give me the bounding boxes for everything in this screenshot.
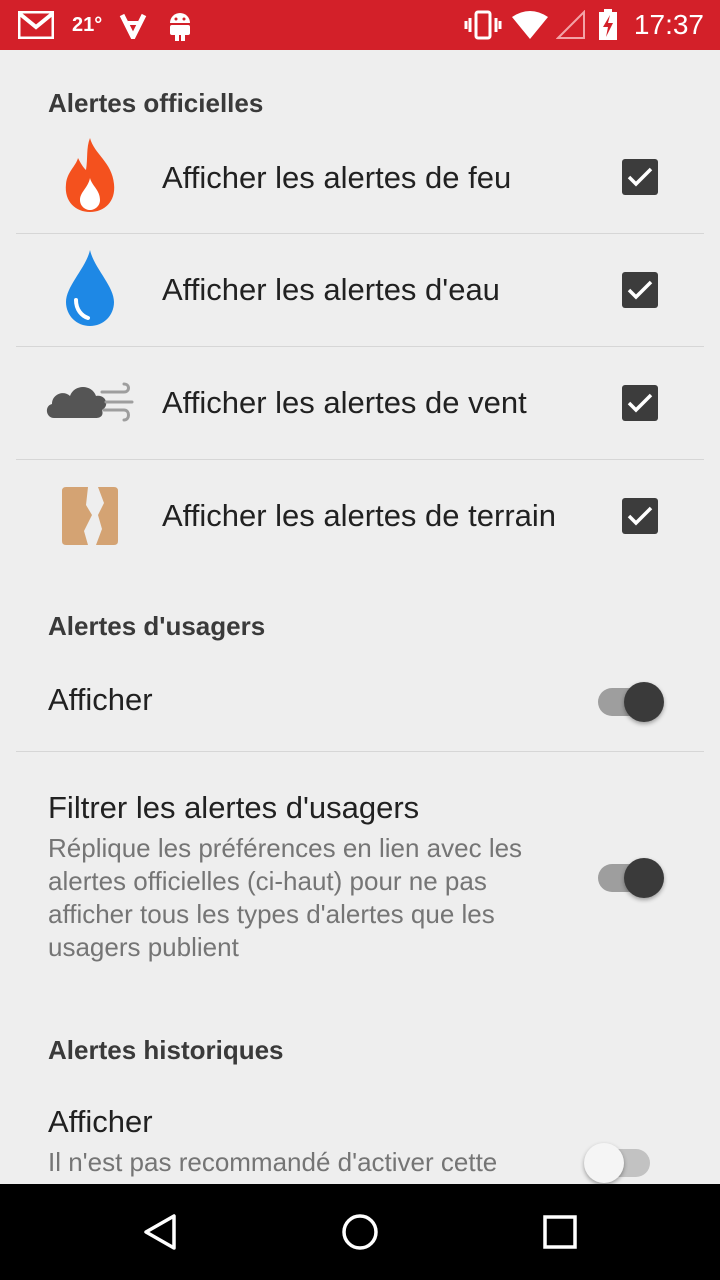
vibrate-icon [464,0,502,50]
pref-historical-show[interactable]: Afficher Il n'est pas recommandé d'activ… [0,1080,720,1184]
settings-list[interactable]: Alertes officielles Afficher les alertes… [0,50,720,1184]
pref-fire-alerts[interactable]: Afficher les alertes de feu [0,130,720,233]
wind-alerts-label: Afficher les alertes de vent [162,385,527,420]
section-header-historical: Alertes historiques [48,1035,284,1065]
pref-water-alerts[interactable]: Afficher les alertes d'eau [0,234,720,346]
signal-icon [556,0,586,50]
checkmark-icon [627,506,653,526]
navigation-bar [0,1184,720,1280]
terrain-icon [48,474,132,558]
historical-show-summary: Il n'est pas recommandé d'activer cette [48,1147,498,1177]
switch-thumb [584,1143,624,1183]
users-filter-title: Filtrer les alertes d'usagers [48,790,420,825]
users-filter-switch[interactable] [594,851,666,898]
section-header-users: Alertes d'usagers [48,611,266,641]
home-icon [342,1214,378,1250]
pref-wind-alerts[interactable]: Afficher les alertes de vent [0,347,720,459]
fire-icon [48,132,132,216]
section-header-official: Alertes officielles [48,88,264,118]
checkmark-icon [627,393,653,413]
back-icon [144,1214,176,1250]
feedly-icon [118,0,148,50]
fire-alerts-label: Afficher les alertes de feu [162,160,512,195]
switch-thumb [624,682,664,722]
pref-users-filter[interactable]: Filtrer les alertes d'usagers Réplique l… [0,752,720,992]
recents-button[interactable] [542,1214,578,1255]
temperature-text: 21° [72,13,103,36]
back-button[interactable] [140,1212,180,1257]
terrain-alerts-checkbox[interactable] [622,498,658,534]
users-show-switch[interactable] [594,675,666,722]
water-alerts-label: Afficher les alertes d'eau [162,272,500,307]
fire-alerts-checkbox[interactable] [622,159,658,195]
clock-text: 17:37 [633,9,704,40]
pref-users-show[interactable]: Afficher [0,653,720,751]
checkmark-icon [627,280,653,300]
wifi-icon [512,0,548,50]
home-button[interactable] [340,1212,380,1257]
wind-alerts-checkbox[interactable] [622,385,658,421]
pref-terrain-alerts[interactable]: Afficher les alertes de terrain [0,460,720,572]
checkmark-icon [627,167,653,187]
recents-icon [543,1215,577,1249]
historical-show-switch[interactable] [584,1136,656,1183]
wind-cloud-icon [42,359,138,443]
gmail-icon [18,0,54,50]
terrain-alerts-label: Afficher les alertes de terrain [162,498,557,533]
switch-thumb [624,858,664,898]
battery-charging-icon [598,0,618,50]
historical-show-title: Afficher [48,1104,153,1139]
users-show-title: Afficher [48,682,153,717]
android-icon [166,0,194,50]
status-bar: 21° 17:37 [0,0,720,50]
users-filter-summary: Réplique les préférences en lien avec le… [48,833,523,962]
water-drop-icon [48,246,132,330]
water-alerts-checkbox[interactable] [622,272,658,308]
